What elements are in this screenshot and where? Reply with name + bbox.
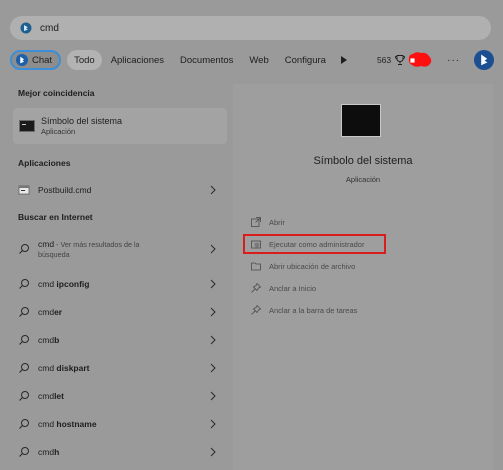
best-match-header: Mejor coincidencia: [18, 88, 95, 98]
list-item-label: Postbuild.cmd: [38, 185, 92, 195]
chevron-right-icon[interactable]: [210, 335, 216, 345]
query-suffix: diskpart: [56, 363, 90, 373]
results-list: Mejor coincidencia Símbolo del sistema A…: [0, 84, 233, 470]
best-match-item[interactable]: Símbolo del sistema Aplicación: [13, 108, 227, 144]
chevron-right-icon[interactable]: [210, 244, 216, 254]
detail-subtitle: Aplicación: [345, 175, 381, 184]
tab-web[interactable]: Web: [242, 50, 275, 70]
query-prefix: cmd: [38, 419, 57, 429]
action-label: Abrir ubicación de archivo: [269, 261, 356, 271]
tab-documentos[interactable]: Documentos: [173, 50, 240, 70]
query-more: - Ver más resultados de la: [54, 240, 140, 249]
pin-icon: [250, 304, 262, 316]
query-more-line2: búsqueda: [38, 250, 70, 259]
action-pin-start[interactable]: Anclar a Inicio: [250, 281, 316, 295]
open-icon: [250, 216, 262, 228]
search-icon: [18, 362, 30, 374]
more-options-icon[interactable]: ···: [447, 55, 460, 66]
more-tabs-arrow-icon[interactable]: [340, 56, 347, 64]
cmd-file-icon: [18, 184, 30, 196]
web-search-header: Buscar en Internet: [18, 212, 93, 222]
search-input[interactable]: cmd: [40, 23, 59, 34]
action-open[interactable]: Abrir: [250, 215, 285, 229]
query-prefix: cmd: [38, 307, 55, 317]
best-match-title: Símbolo del sistema: [41, 115, 123, 126]
search-icon: [18, 243, 30, 255]
tab-aplicaciones[interactable]: Aplicaciones: [104, 50, 171, 70]
search-icon: [18, 334, 30, 346]
action-label: Anclar a la barra de tareas: [269, 305, 358, 315]
query-prefix: cmd: [38, 363, 57, 373]
trophy-icon[interactable]: [394, 54, 406, 66]
action-label: Anclar a Inicio: [269, 283, 317, 293]
web-result-item[interactable]: cmd hostname: [18, 414, 222, 434]
rewards-points[interactable]: 563: [377, 55, 391, 65]
detail-panel: Símbolo del sistema Aplicación Abrir Eje…: [233, 84, 493, 470]
search-icon: [18, 306, 30, 318]
web-result-item[interactable]: cmd ipconfig: [18, 274, 222, 294]
filter-bar: Chat Todo Aplicaciones Documentos Web Co…: [10, 48, 495, 72]
query-prefix: cmd: [38, 447, 55, 457]
tab-todo[interactable]: Todo: [67, 50, 102, 70]
search-icon: [18, 278, 30, 290]
search-icon: [18, 418, 30, 430]
command-prompt-icon: [19, 120, 35, 132]
search-icon: [18, 446, 30, 458]
folder-icon: [250, 260, 262, 272]
query-prefix: cmd: [38, 239, 55, 249]
query-suffix: h: [54, 447, 60, 457]
list-item-postbuild[interactable]: Postbuild.cmd: [18, 180, 222, 200]
query-prefix: cmd: [38, 335, 55, 345]
web-result-item[interactable]: cmdlet: [18, 386, 222, 406]
detail-title: Símbolo del sistema: [313, 155, 413, 167]
action-pin-taskbar[interactable]: Anclar a la barra de tareas: [250, 303, 357, 317]
chevron-right-icon[interactable]: [210, 391, 216, 401]
search-icon: [18, 390, 30, 402]
query-suffix: let: [54, 391, 64, 401]
highlight-box: [243, 234, 386, 254]
bing-icon: [16, 54, 28, 66]
chevron-right-icon[interactable]: [210, 307, 216, 317]
web-result-item[interactable]: cmder: [18, 302, 222, 322]
action-label: Abrir: [269, 217, 285, 227]
web-result-item[interactable]: cmdb: [18, 330, 222, 350]
chevron-right-icon[interactable]: [210, 447, 216, 457]
chevron-right-icon[interactable]: [210, 279, 216, 289]
tab-configuracion[interactable]: Configura: [278, 50, 333, 70]
apps-header: Aplicaciones: [18, 158, 71, 168]
profile-avatar-redacted-icon[interactable]: [407, 51, 433, 69]
query-prefix: cmd: [38, 279, 57, 289]
query-suffix: b: [54, 335, 60, 345]
chat-label: Chat: [32, 54, 53, 66]
search-app-icon: [20, 22, 32, 34]
bing-button-icon[interactable]: [474, 50, 495, 70]
web-result-item[interactable]: cmd diskpart: [18, 358, 222, 378]
query-suffix: hostname: [56, 419, 97, 429]
query-suffix: er: [54, 307, 63, 317]
search-box[interactable]: cmd: [10, 16, 491, 40]
query-prefix: cmd: [38, 391, 55, 401]
query-suffix: ipconfig: [56, 279, 90, 289]
web-result-more[interactable]: cmd - Ver más resultados de la búsqueda: [18, 234, 222, 264]
chat-button[interactable]: Chat: [10, 50, 62, 70]
chevron-right-icon[interactable]: [210, 419, 216, 429]
chevron-right-icon[interactable]: [210, 363, 216, 373]
web-result-item[interactable]: cmdh: [18, 442, 222, 462]
best-match-subtitle: Aplicación: [41, 126, 76, 136]
action-open-file-location[interactable]: Abrir ubicación de archivo: [250, 259, 355, 273]
chevron-right-icon[interactable]: [210, 185, 216, 195]
pin-icon: [250, 282, 262, 294]
command-prompt-large-icon: [341, 104, 381, 137]
